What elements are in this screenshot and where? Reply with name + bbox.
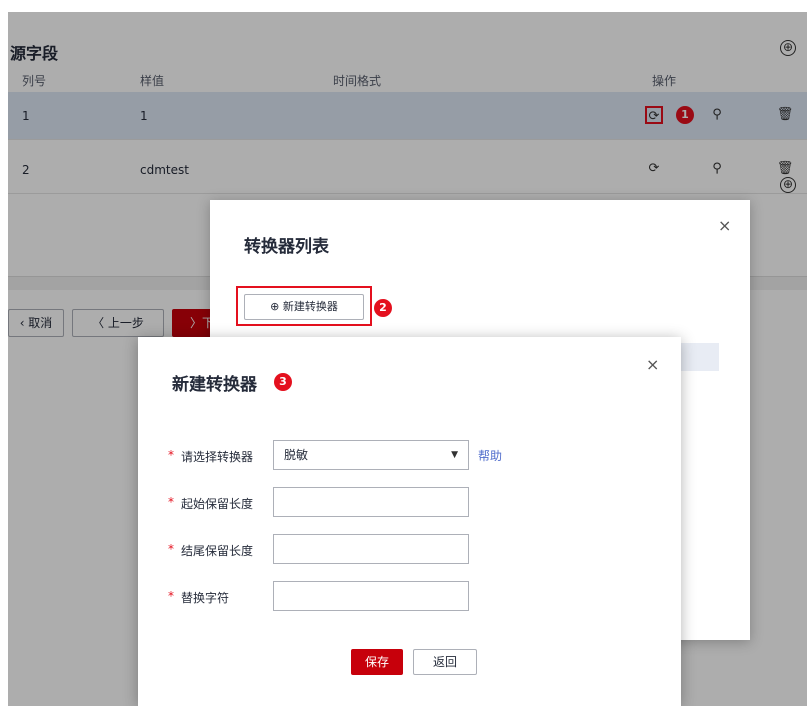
- field-label: 起始保留长度: [181, 497, 254, 511]
- required-mark: *: [168, 495, 174, 509]
- save-button[interactable]: 保存: [351, 649, 403, 675]
- end-length-row: * 结尾保留长度: [138, 534, 681, 564]
- dialog-title: 转换器列表: [244, 237, 329, 257]
- required-mark: *: [168, 448, 174, 462]
- start-length-input[interactable]: [273, 487, 469, 517]
- close-icon[interactable]: ×: [646, 355, 659, 374]
- converter-select[interactable]: 脱敏 ▼: [273, 440, 469, 470]
- close-icon[interactable]: ×: [718, 216, 731, 235]
- replace-char-input[interactable]: [273, 581, 469, 611]
- required-mark: *: [168, 542, 174, 556]
- screen: 源字段 ⊕ 列号 样值 时间格式 操作 1 1 ⟳ ⚲ 🗑 1 2 cdmtes…: [0, 0, 807, 706]
- callout-badge-2: 2: [374, 299, 392, 317]
- field-label: 替换字符: [181, 591, 230, 605]
- start-length-row: * 起始保留长度: [138, 487, 681, 517]
- converter-select-row: * 请选择转换器 脱敏 ▼ 帮助: [138, 440, 681, 470]
- new-converter-dialog: 新建转换器 3 × * 请选择转换器 脱敏 ▼ 帮助 * 起始保留长度 * 结尾…: [138, 337, 681, 706]
- new-converter-button[interactable]: ⊕ 新建转换器: [244, 294, 364, 320]
- chevron-down-icon: ▼: [451, 450, 458, 460]
- help-link[interactable]: 帮助: [478, 447, 502, 464]
- callout-badge-3: 3: [274, 373, 292, 391]
- dialog-title: 新建转换器: [172, 375, 257, 395]
- select-value: 脱敏: [284, 448, 309, 462]
- field-label: 结尾保留长度: [181, 544, 254, 558]
- required-mark: *: [168, 589, 174, 603]
- back-button[interactable]: 返回: [413, 649, 477, 675]
- end-length-input[interactable]: [273, 534, 469, 564]
- replace-char-row: * 替换字符: [138, 581, 681, 611]
- field-label: 请选择转换器: [181, 450, 254, 464]
